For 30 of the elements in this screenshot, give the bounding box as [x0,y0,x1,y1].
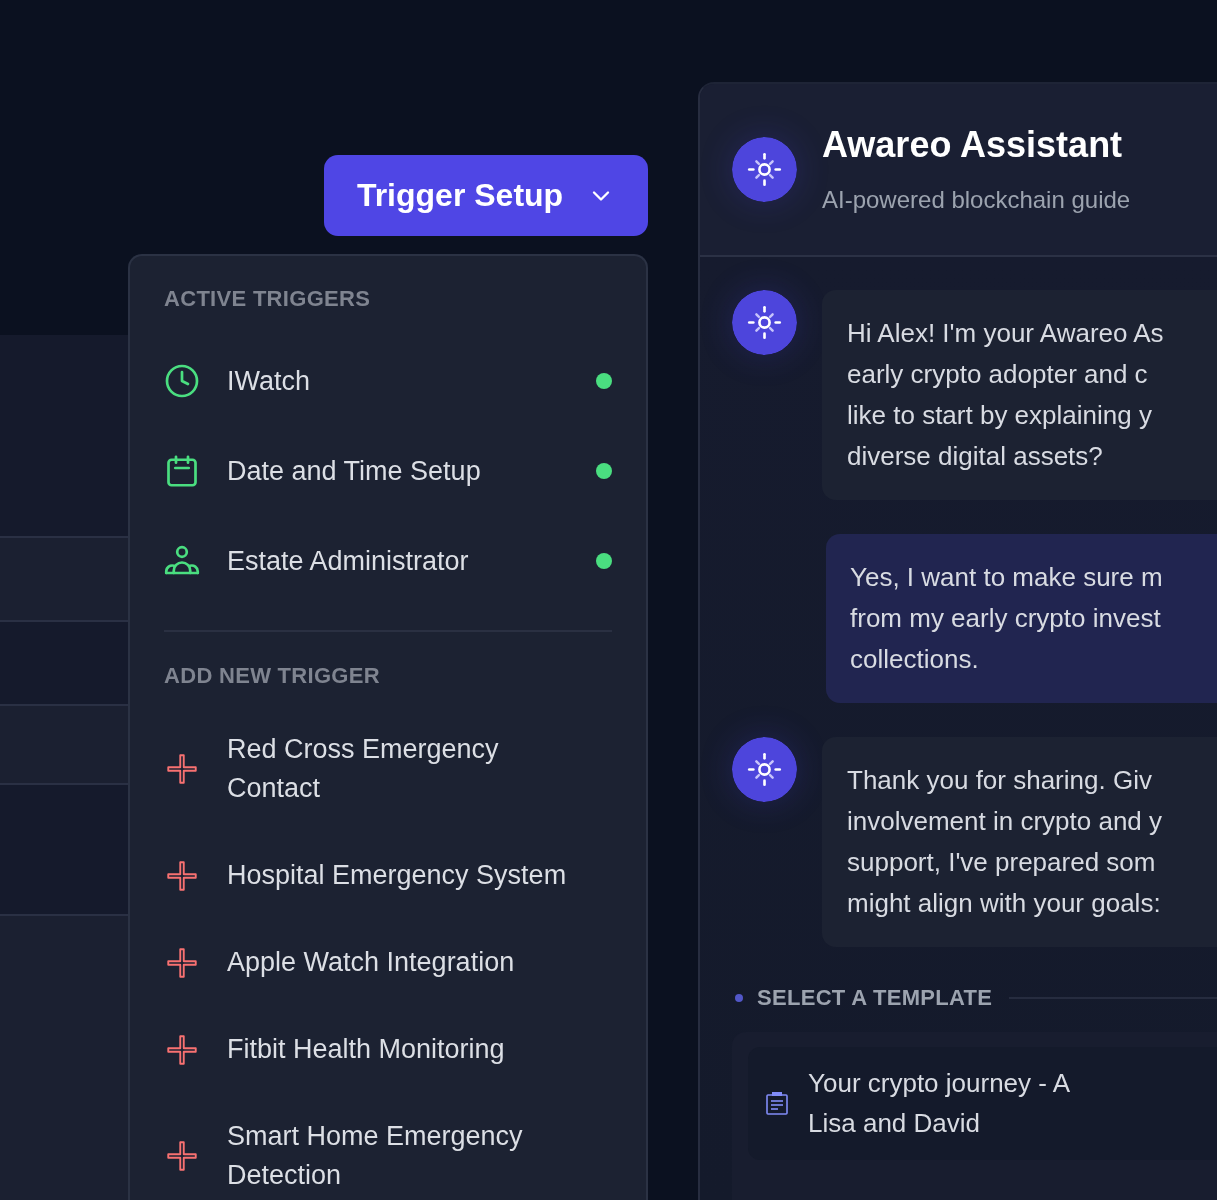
add-trigger-menu-item[interactable]: Red Cross Emergency Contact [164,730,587,808]
add-trigger-menu-item[interactable]: Hospital Emergency System [164,856,567,895]
sun-avatar-icon [732,290,797,355]
trigger-menu-item[interactable]: Estate Administrator [164,541,469,581]
bullet-icon [735,994,743,1002]
message-text: Thank you for sharing. Giv involvement in crypto and y support, I've prepared som might align with your goals: [847,764,1164,920]
section-heading: ACTIVE TRIGGERS [164,286,372,312]
add-trigger-menu-item[interactable]: Smart Home Emergency Detection [164,1117,587,1195]
assistant-subtitle: AI-powered blockchain guide [822,184,1131,215]
calendar-icon [164,453,200,489]
section-heading: ADD NEW TRIGGER [164,663,381,689]
plus-icon [167,947,197,978]
clock-icon [164,363,200,399]
add-trigger-menu-item[interactable]: Fitbit Health Monitoring [164,1030,505,1069]
sun-avatar-icon [732,137,797,202]
template-card[interactable]: Your crypto journey - A Lisa and David [748,1047,1217,1160]
trigger-setup-button[interactable]: Trigger Setup [324,155,648,236]
section-heading: SELECT A TEMPLATE [757,985,993,1011]
message-text: Hi Alex! I'm your Awareo As early crypto adopter and c like to start by explaining y diverse digital assets? [847,317,1165,473]
sun-avatar-icon [732,737,797,802]
plus-icon [167,1034,197,1065]
plus-icon [167,754,197,784]
trigger-menu-item[interactable]: Date and Time Setup [164,451,481,491]
plus-icon [167,860,197,891]
assistant-name: Awareo Assistant [822,123,1124,166]
add-trigger-menu-item[interactable]: Apple Watch Integration [164,943,515,982]
plus-icon [167,1141,197,1171]
clipboard-icon [766,1091,788,1115]
message-text: Yes, I want to make sure m from my early crypto invest collections. [850,561,1164,676]
trigger-menu-item[interactable]: IWatch [164,361,311,401]
